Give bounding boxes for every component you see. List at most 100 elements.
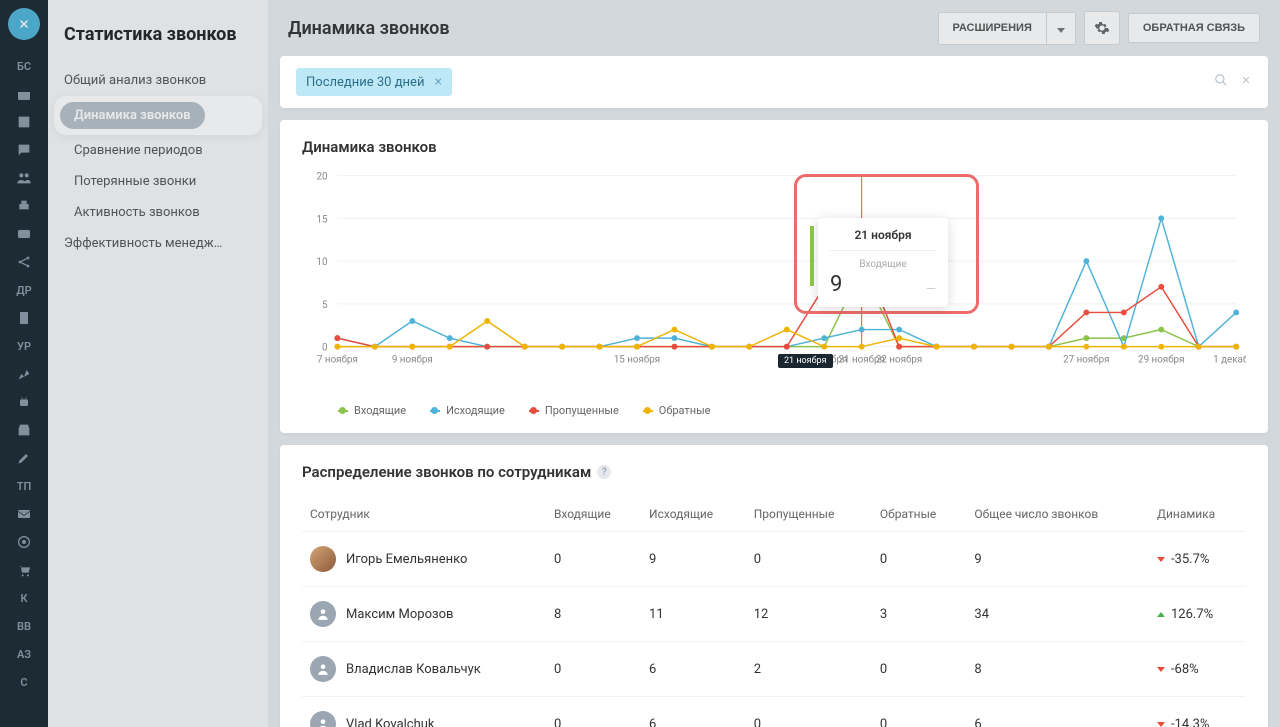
svg-text:20: 20 <box>317 172 328 183</box>
rail-item[interactable]: ТП <box>0 472 48 500</box>
legend-item[interactable]: Обратные <box>643 404 711 417</box>
svg-text:1 декабря: 1 декабря <box>1213 354 1246 365</box>
chart-tooltip: 21 ноября Входящие 9— <box>818 218 948 307</box>
rail-item[interactable]: ДР <box>0 276 48 304</box>
chart-title: Динамика звонков <box>302 138 1246 156</box>
employee-name: Владислав Ковальчук <box>346 662 481 677</box>
avatar <box>310 546 336 572</box>
trend-up-icon <box>1157 612 1165 617</box>
employee-table: СотрудникВходящиеИсходящиеПропущенныеОбр… <box>302 497 1246 727</box>
table-title: Распределение звонков по сотрудникам? <box>302 463 1246 481</box>
rail-print-icon[interactable] <box>0 192 48 220</box>
svg-text:22 ноября: 22 ноября <box>876 354 922 365</box>
filter-chip-label: Последние 30 дней <box>306 75 424 90</box>
svg-text:7 ноября: 7 ноября <box>317 354 358 365</box>
svg-text:0: 0 <box>322 343 328 354</box>
rail-item[interactable]: ВВ <box>0 612 48 640</box>
topbar: Динамика звонков РАСШИРЕНИЯ ОБРАТНАЯ СВЯ… <box>268 0 1280 56</box>
table-header: Динамика <box>1149 497 1246 532</box>
rail-item[interactable]: С <box>0 668 48 696</box>
sidebar-item[interactable]: Эффективность менедж… <box>48 228 268 259</box>
page-title: Динамика звонков <box>288 18 930 39</box>
filter-card: Последние 30 дней × <box>280 56 1268 108</box>
table-header: Исходящие <box>641 497 746 532</box>
svg-text:10: 10 <box>317 257 328 268</box>
avatar <box>310 656 336 682</box>
table-card: Распределение звонков по сотрудникам? Со… <box>280 445 1268 727</box>
rail-chart-icon[interactable] <box>0 360 48 388</box>
rail-chat-icon[interactable] <box>0 136 48 164</box>
sidebar-item[interactable]: Общий анализ звонков <box>48 65 268 96</box>
tooltip-value: 9 <box>830 272 842 297</box>
rail-cart-icon[interactable] <box>0 556 48 584</box>
extensions-caret[interactable] <box>1047 12 1076 45</box>
sidebar-item[interactable]: Потерянные звонки <box>48 166 268 197</box>
rail-item[interactable]: БС <box>0 52 48 80</box>
hover-tick-label: 21 ноября <box>778 354 833 368</box>
rail-mail-icon[interactable] <box>0 500 48 528</box>
settings-button[interactable] <box>1084 11 1120 45</box>
rail-calendar-icon[interactable] <box>0 80 48 108</box>
trend-down-icon <box>1157 557 1165 562</box>
rail-target-icon[interactable] <box>0 528 48 556</box>
rail-item[interactable]: УР <box>0 332 48 360</box>
svg-text:29 ноября: 29 ноября <box>1138 354 1184 365</box>
main: Динамика звонков РАСШИРЕНИЯ ОБРАТНАЯ СВЯ… <box>268 0 1280 727</box>
employee-name: Максим Морозов <box>346 607 453 622</box>
tooltip-date: 21 ноября <box>830 228 936 251</box>
line-chart[interactable]: 051015207 ноября9 ноября15 ноября20 нояб… <box>302 168 1246 368</box>
feedback-button[interactable]: ОБРАТНАЯ СВЯЗЬ <box>1128 13 1260 43</box>
search-icon[interactable] <box>1214 73 1228 91</box>
extensions-button[interactable]: РАСШИРЕНИЯ <box>938 12 1047 45</box>
legend-item[interactable]: Пропущенные <box>529 404 619 417</box>
legend-item[interactable]: Входящие <box>338 404 406 417</box>
filter-chip-remove-icon[interactable]: × <box>434 74 441 90</box>
rail-android-icon[interactable] <box>0 388 48 416</box>
employee-name: Vlad Kovalchuk <box>346 717 435 727</box>
table-header: Общее число звонков <box>966 497 1149 532</box>
rail-item[interactable]: К <box>0 584 48 612</box>
filter-chip[interactable]: Последние 30 дней × <box>296 68 452 96</box>
rail-item[interactable]: АЗ <box>0 640 48 668</box>
rail-card-icon[interactable] <box>0 220 48 248</box>
help-icon[interactable]: ? <box>597 465 611 479</box>
sidebar-item[interactable]: Динамика звонков <box>54 96 262 135</box>
legend-item[interactable]: Исходящие <box>430 404 505 417</box>
employee-name: Игорь Емельяненко <box>346 552 467 567</box>
clear-icon[interactable] <box>1240 74 1252 90</box>
avatar <box>310 711 336 727</box>
rail-edit-icon[interactable] <box>0 444 48 472</box>
table-row[interactable]: Владислав Ковальчук06208-68% <box>302 642 1246 697</box>
chart-legend: Входящие Исходящие Пропущенные Обратные <box>302 404 1246 417</box>
content: Последние 30 дней × Динамика звонков 0 5 1… <box>268 56 1280 727</box>
rail-people-icon[interactable] <box>0 164 48 192</box>
sidebar: Статистика звонков Общий анализ звонковД… <box>48 0 268 727</box>
sidebar-item[interactable]: Активность звонков <box>48 197 268 228</box>
trend-down-icon <box>1157 667 1165 672</box>
table-header: Сотрудник <box>302 497 546 532</box>
rail-store-icon[interactable] <box>0 416 48 444</box>
icon-rail: БС ДР УР ТП К ВВ АЗ С <box>0 0 48 727</box>
avatar <box>310 601 336 627</box>
sidebar-title: Статистика звонков <box>48 24 268 65</box>
table-header: Входящие <box>546 497 641 532</box>
table-header: Обратные <box>872 497 966 532</box>
table-header: Пропущенные <box>746 497 872 532</box>
table-row[interactable]: Игорь Емельяненко09009-35.7% <box>302 532 1246 587</box>
sidebar-item[interactable]: Сравнение периодов <box>48 135 268 166</box>
rail-share-icon[interactable] <box>0 248 48 276</box>
chart-card: Динамика звонков 0 5 10 15 20 7 ноября 9 ноябр… <box>280 120 1268 433</box>
rail-book-icon[interactable] <box>0 108 48 136</box>
close-button[interactable] <box>8 8 40 40</box>
trend-down-icon <box>1157 722 1165 727</box>
table-row[interactable]: Vlad Kovalchuk06006-14.3% <box>302 697 1246 727</box>
svg-text:5: 5 <box>322 300 328 311</box>
svg-text:27 ноября: 27 ноября <box>1063 354 1109 365</box>
svg-text:15: 15 <box>317 214 329 225</box>
svg-text:9 ноября: 9 ноября <box>392 354 433 365</box>
rail-doc-icon[interactable] <box>0 304 48 332</box>
tooltip-label: Входящие <box>830 259 936 270</box>
table-row[interactable]: Максим Морозов81112334126.7% <box>302 587 1246 642</box>
extensions-split: РАСШИРЕНИЯ <box>930 12 1076 45</box>
svg-text:15 ноября: 15 ноября <box>614 354 660 365</box>
